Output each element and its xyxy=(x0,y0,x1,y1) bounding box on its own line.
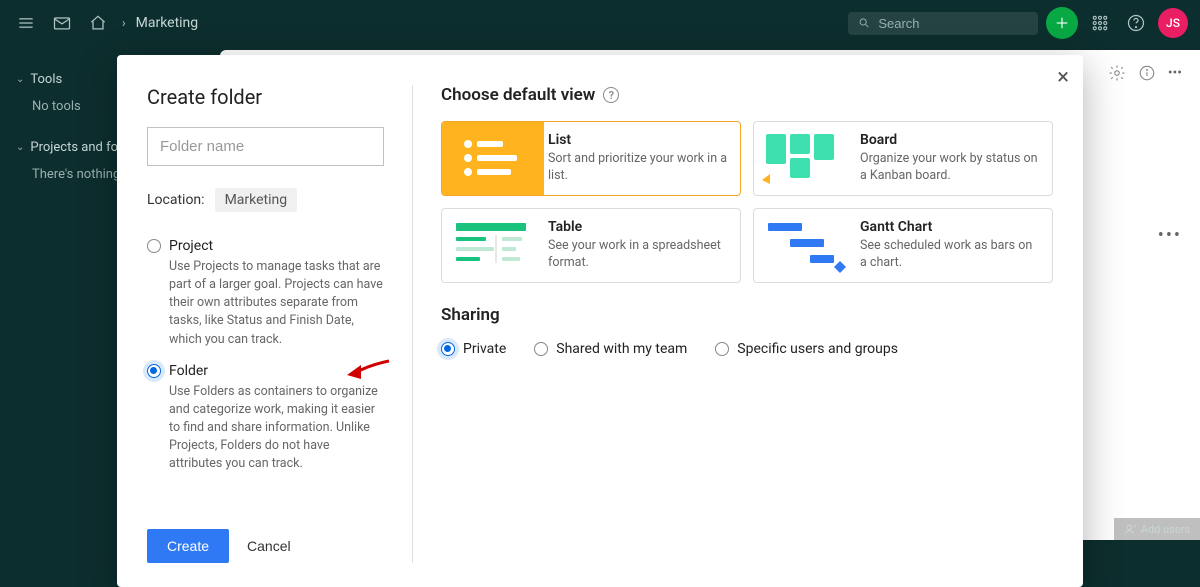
type-option-folder[interactable]: Folder Use Folders as containers to orga… xyxy=(147,363,384,474)
view-title: Gantt Chart xyxy=(860,219,1042,235)
radio-icon xyxy=(147,239,161,253)
view-desc: Organize your work by status on a Kanban… xyxy=(860,151,1042,185)
view-card-board[interactable]: Board Organize your work by status on a … xyxy=(753,121,1053,196)
sharing-option-private[interactable]: Private xyxy=(441,341,506,357)
create-folder-modal: × Create folder Location: Marketing Proj… xyxy=(117,55,1083,587)
close-icon[interactable]: × xyxy=(1057,67,1069,89)
view-heading: Choose default view ? xyxy=(441,85,1053,105)
folder-name-input[interactable] xyxy=(147,127,384,166)
footer-bar: Add users xyxy=(1114,518,1200,540)
type-option-project[interactable]: Project Use Projects to manage tasks tha… xyxy=(147,238,384,349)
cancel-button[interactable]: Cancel xyxy=(247,538,291,554)
view-desc: See scheduled work as bars on a chart. xyxy=(860,238,1042,272)
view-card-list[interactable]: List Sort and prioritize your work in a … xyxy=(441,121,741,196)
radio-icon xyxy=(147,364,161,378)
modal-title: Create folder xyxy=(147,85,384,109)
sharing-label: Private xyxy=(463,341,506,357)
add-user-icon xyxy=(1124,523,1137,536)
radio-icon xyxy=(715,342,729,356)
radio-icon xyxy=(441,342,455,356)
type-option-desc: Use Folders as containers to organize an… xyxy=(147,383,384,474)
sharing-option-team[interactable]: Shared with my team xyxy=(534,341,687,357)
location-row: Location: Marketing xyxy=(147,188,384,212)
view-title: Table xyxy=(548,219,730,235)
view-desc: Sort and prioritize your work in a list. xyxy=(548,151,730,185)
view-title: Board xyxy=(860,132,1042,148)
type-option-desc: Use Projects to manage tasks that are pa… xyxy=(147,258,384,349)
help-icon[interactable]: ? xyxy=(603,87,619,103)
modal-left-pane: Create folder Location: Marketing Projec… xyxy=(147,85,413,563)
sharing-options: Private Shared with my team Specific use… xyxy=(441,341,1053,357)
view-card-table[interactable]: Table See your work in a spreadsheet for… xyxy=(441,208,741,283)
sharing-heading: Sharing xyxy=(441,305,1053,325)
sharing-label: Specific users and groups xyxy=(737,341,898,357)
radio-icon xyxy=(534,342,548,356)
modal-right-pane: Choose default view ? List Sort xyxy=(413,85,1053,563)
board-thumb-icon xyxy=(754,122,856,195)
sharing-label: Shared with my team xyxy=(556,341,687,357)
gantt-thumb-icon xyxy=(754,209,856,282)
table-thumb-icon xyxy=(442,209,544,282)
list-thumb-icon xyxy=(442,122,544,195)
location-chip[interactable]: Marketing xyxy=(215,188,298,212)
create-button[interactable]: Create xyxy=(147,529,229,563)
view-title: List xyxy=(548,132,730,148)
location-label: Location: xyxy=(147,192,205,208)
sharing-option-specific[interactable]: Specific users and groups xyxy=(715,341,898,357)
modal-backdrop: × Create folder Location: Marketing Proj… xyxy=(0,0,1200,540)
add-users-button[interactable]: Add users xyxy=(1141,523,1190,536)
type-option-label: Project xyxy=(169,238,213,254)
type-option-label: Folder xyxy=(169,363,208,379)
view-card-gantt[interactable]: Gantt Chart See scheduled work as bars o… xyxy=(753,208,1053,283)
view-desc: See your work in a spreadsheet format. xyxy=(548,238,730,272)
